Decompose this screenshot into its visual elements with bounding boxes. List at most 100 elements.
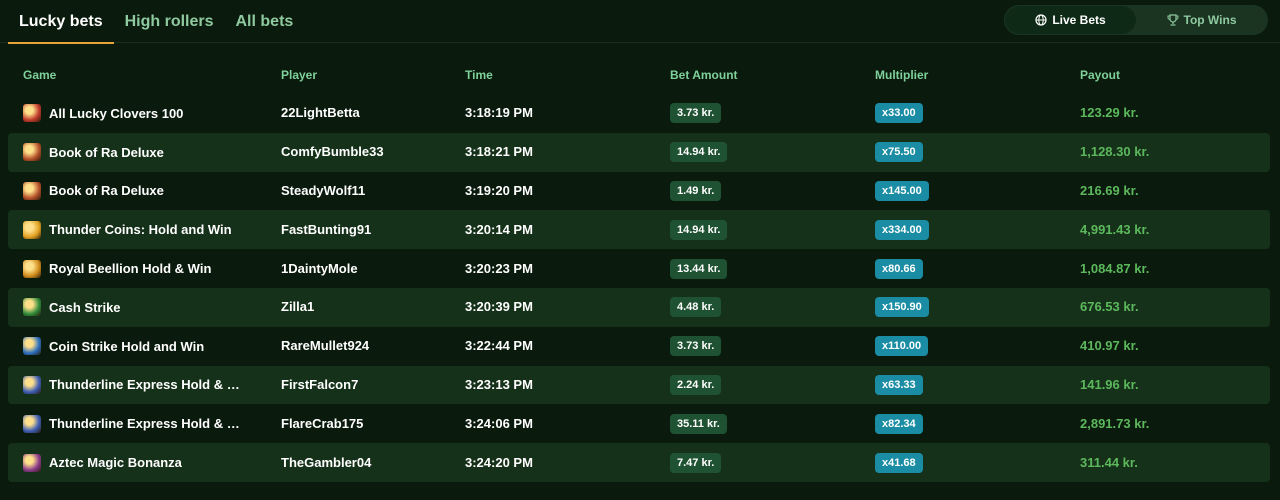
bet-amount-badge: 2.24 kr. — [670, 374, 722, 395]
bet-cell: 2.24 kr. — [670, 374, 875, 395]
game-name[interactable]: Thunderline Express Hold & … — [49, 377, 240, 392]
time-cell: 3:24:20 PM — [465, 454, 670, 472]
multiplier-badge: x150.90 — [875, 297, 929, 318]
game-cell: Cash Strike — [8, 298, 281, 317]
table-row: Thunderline Express Hold & … FlareCrab17… — [8, 404, 1270, 443]
multiplier-badge: x75.50 — [875, 142, 923, 163]
aztec-magic-icon[interactable] — [23, 453, 41, 472]
game-name[interactable]: Aztec Magic Bonanza — [49, 455, 182, 470]
bet-time: 3:20:23 PM — [465, 260, 533, 276]
live-top-toggle: Live Bets Top Wins — [1004, 5, 1268, 35]
player-name: TheGambler04 — [281, 454, 372, 470]
bet-amount-badge: 1.49 kr. — [670, 180, 722, 201]
bets-table: Game Player Time Bet Amount Multiplier P… — [8, 56, 1270, 482]
payout-cell: 1,084.87 kr. — [1080, 260, 1270, 278]
tab-label: All bets — [235, 12, 294, 30]
payout-cell: 1,128.30 kr. — [1080, 143, 1270, 161]
game-cell: Thunder Coins: Hold and Win — [8, 220, 281, 239]
player-cell: RareMullet924 — [281, 337, 465, 355]
payout-value: 311.44 kr. — [1080, 454, 1138, 470]
table-row: Thunder Coins: Hold and Win FastBunting9… — [8, 210, 1270, 250]
column-header-game: Game — [23, 68, 57, 82]
bet-time: 3:20:14 PM — [465, 221, 533, 237]
live-bets-button[interactable]: Live Bets — [1005, 6, 1136, 34]
bet-cell: 1.49 kr. — [670, 180, 875, 201]
player-name: RareMullet924 — [281, 338, 370, 354]
multiplier-badge: x145.00 — [875, 180, 929, 201]
top-wins-button[interactable]: Top Wins — [1136, 6, 1267, 34]
payout-value: 4,991.43 kr. — [1080, 221, 1150, 237]
multiplier-badge: x334.00 — [875, 219, 929, 240]
game-name[interactable]: Thunder Coins: Hold and Win — [49, 222, 232, 237]
multiplier-cell: x41.68 — [875, 452, 1080, 473]
payout-value: 1,128.30 kr. — [1080, 144, 1150, 160]
multiplier-badge: x82.34 — [875, 413, 923, 434]
book-of-ra-icon[interactable] — [23, 143, 41, 162]
table-row: Coin Strike Hold and Win RareMullet924 3… — [8, 327, 1270, 366]
time-cell: 3:19:20 PM — [465, 182, 670, 200]
player-cell: SteadyWolf11 — [281, 182, 465, 200]
player-cell: ComfyBumble33 — [281, 143, 465, 161]
tab-lucky-bets[interactable]: Lucky bets — [8, 0, 114, 44]
tab-label: Lucky bets — [19, 12, 103, 30]
game-name[interactable]: Cash Strike — [49, 300, 121, 315]
cash-strike-icon[interactable] — [23, 298, 41, 317]
game-name[interactable]: All Lucky Clovers 100 — [49, 106, 183, 121]
table-row: Thunderline Express Hold & … FirstFalcon… — [8, 365, 1270, 405]
player-cell: 22LightBetta — [281, 104, 465, 122]
payout-cell: 216.69 kr. — [1080, 182, 1270, 200]
multiplier-cell: x334.00 — [875, 219, 1080, 240]
multiplier-cell: x80.66 — [875, 258, 1080, 279]
payout-cell: 123.29 kr. — [1080, 104, 1270, 122]
bet-amount-badge: 14.94 kr. — [670, 219, 728, 240]
bet-amount-badge: 3.73 kr. — [670, 103, 722, 124]
game-name[interactable]: Book of Ra Deluxe — [49, 145, 164, 160]
player-cell: Zilla1 — [281, 298, 465, 316]
payout-cell: 311.44 kr. — [1080, 454, 1270, 472]
book-of-ra-icon[interactable] — [23, 181, 41, 200]
multiplier-cell: x145.00 — [875, 180, 1080, 201]
tab-high-rollers[interactable]: High rollers — [114, 0, 225, 43]
game-name[interactable]: Royal Beellion Hold & Win — [49, 261, 211, 276]
table-row: Book of Ra Deluxe SteadyWolf11 3:19:20 P… — [8, 172, 1270, 211]
player-name: FirstFalcon7 — [281, 376, 359, 392]
bet-time: 3:20:39 PM — [465, 299, 533, 315]
player-cell: 1DaintyMole — [281, 260, 465, 278]
multiplier-cell: x75.50 — [875, 142, 1080, 163]
table-header: Game Player Time Bet Amount Multiplier P… — [8, 56, 1270, 94]
payout-value: 1,084.87 kr. — [1080, 260, 1150, 276]
game-name[interactable]: Book of Ra Deluxe — [49, 183, 164, 198]
bet-time: 3:18:19 PM — [465, 105, 533, 121]
payout-cell: 410.97 kr. — [1080, 337, 1270, 355]
bet-amount-badge: 13.44 kr. — [670, 258, 728, 279]
player-name: 22LightBetta — [281, 105, 360, 121]
multiplier-cell: x150.90 — [875, 297, 1080, 318]
bet-time: 3:19:20 PM — [465, 182, 533, 198]
multiplier-cell: x63.33 — [875, 374, 1080, 395]
tab-all-bets[interactable]: All bets — [225, 0, 305, 43]
time-cell: 3:22:44 PM — [465, 337, 670, 355]
game-name[interactable]: Coin Strike Hold and Win — [49, 339, 204, 354]
royal-beellion-icon[interactable] — [23, 259, 41, 278]
bet-cell: 3.73 kr. — [670, 336, 875, 357]
game-cell: All Lucky Clovers 100 — [8, 104, 281, 123]
thunderline-express-icon[interactable] — [23, 375, 41, 394]
multiplier-badge: x33.00 — [875, 103, 923, 124]
game-name[interactable]: Thunderline Express Hold & … — [49, 416, 240, 431]
bet-time: 3:24:20 PM — [465, 454, 533, 470]
live-bets-label: Live Bets — [1052, 13, 1106, 27]
thunder-coins-icon[interactable] — [23, 220, 41, 239]
player-name: ComfyBumble33 — [281, 144, 384, 160]
table-row: All Lucky Clovers 100 22LightBetta 3:18:… — [8, 94, 1270, 133]
payout-value: 123.29 kr. — [1080, 105, 1139, 121]
player-name: SteadyWolf11 — [281, 182, 366, 198]
multiplier-cell: x33.00 — [875, 103, 1080, 124]
time-cell: 3:20:23 PM — [465, 260, 670, 278]
player-cell: TheGambler04 — [281, 454, 465, 472]
coin-strike-icon[interactable] — [23, 337, 41, 356]
clover-slot-icon[interactable] — [23, 104, 41, 123]
game-cell: Book of Ra Deluxe — [8, 143, 281, 162]
thunderline-express-icon[interactable] — [23, 414, 41, 433]
multiplier-badge: x80.66 — [875, 258, 923, 279]
table-row: Cash Strike Zilla1 3:20:39 PM 4.48 kr. x… — [8, 287, 1270, 327]
